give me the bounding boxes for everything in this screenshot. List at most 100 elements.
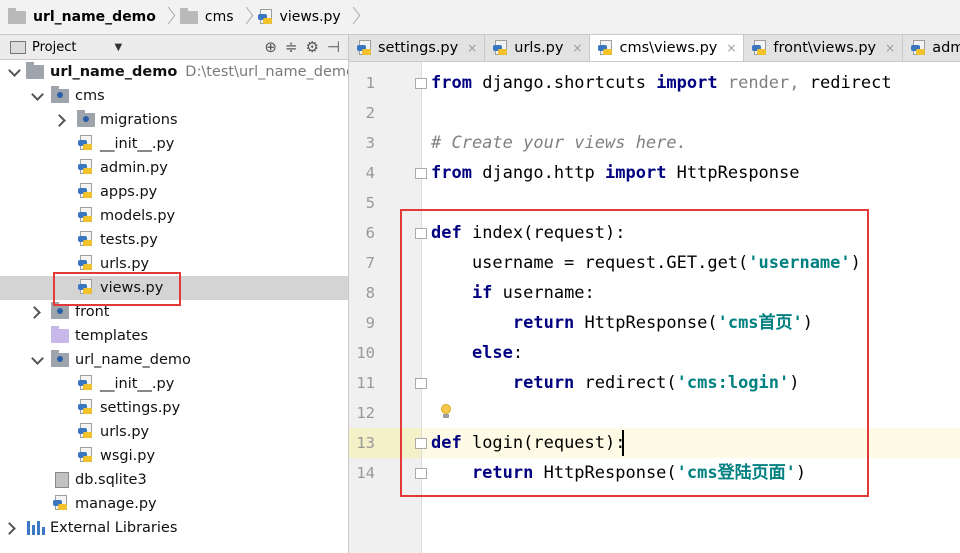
chevron-down-icon[interactable]: ▼ xyxy=(114,42,122,53)
lightbulb-icon[interactable] xyxy=(440,404,452,418)
code-line-6: def index(request): xyxy=(431,223,626,243)
python-file-icon xyxy=(78,423,94,440)
python-file-icon xyxy=(78,399,94,416)
python-file-icon xyxy=(257,8,274,26)
chevron-down-icon[interactable] xyxy=(31,348,43,372)
line-number: 6 xyxy=(365,224,375,242)
tree-item-manage[interactable]: manage.py xyxy=(0,492,348,516)
tree-item-db[interactable]: db.sqlite3 xyxy=(0,468,348,492)
fold-marker-icon[interactable] xyxy=(415,438,427,449)
python-file-icon xyxy=(78,207,94,224)
tree-item-tests[interactable]: tests.py xyxy=(0,228,348,252)
project-tree: url_name_demo D:\test\url_name_demo cms m… xyxy=(0,60,355,553)
line-number: 7 xyxy=(365,254,375,272)
tree-item-apps[interactable]: apps.py xyxy=(0,180,348,204)
fold-marker-icon[interactable] xyxy=(415,468,427,479)
project-toolbar-icons: ⊕ ≑ ⚙ ⊣ xyxy=(264,38,340,56)
tree-item-settings[interactable]: settings.py xyxy=(0,396,348,420)
code-line-4: from django.http import HttpResponse xyxy=(431,163,800,183)
line-number: 11 xyxy=(356,374,375,392)
close-icon[interactable]: × xyxy=(726,41,736,55)
code-line-3: # Create your views here. xyxy=(431,133,687,153)
tab-admin[interactable]: admin.py xyxy=(903,35,960,61)
python-file-icon xyxy=(493,39,509,57)
tree-item-models[interactable]: models.py xyxy=(0,204,348,228)
python-package-icon xyxy=(51,350,69,367)
breadcrumb-item-views[interactable]: views.py xyxy=(257,0,341,35)
python-file-icon xyxy=(357,39,373,57)
templates-folder-icon xyxy=(51,326,69,343)
python-file-icon xyxy=(78,159,94,176)
close-icon[interactable]: × xyxy=(467,41,477,55)
tree-item-urls[interactable]: urls.py xyxy=(0,252,348,276)
breadcrumb-item-cms[interactable]: cms xyxy=(179,0,234,35)
tab-settings[interactable]: settings.py × xyxy=(349,35,486,61)
hide-panel-icon[interactable]: ⊣ xyxy=(327,38,340,56)
database-file-icon xyxy=(55,472,69,488)
chevron-down-icon[interactable] xyxy=(8,60,20,84)
tree-item-url-name-demo[interactable]: url_name_demo xyxy=(0,348,348,372)
line-number: 2 xyxy=(365,104,375,122)
tree-item-migrations[interactable]: migrations xyxy=(0,108,348,132)
python-file-icon xyxy=(78,447,94,464)
chevron-right-icon xyxy=(163,7,173,27)
tree-item-external-libraries[interactable]: External Libraries xyxy=(0,516,348,540)
close-icon[interactable]: × xyxy=(885,41,895,55)
tree-item-cms[interactable]: cms xyxy=(0,84,348,108)
chevron-right-icon[interactable] xyxy=(28,300,40,324)
tree-item-project-root[interactable]: url_name_demo D:\test\url_name_demo xyxy=(0,60,355,84)
fold-marker-icon[interactable] xyxy=(415,168,427,179)
editor-tabs: settings.py × urls.py × cms\views.py × f… xyxy=(349,35,960,62)
locate-icon[interactable]: ⊕ xyxy=(264,38,277,56)
python-file-icon xyxy=(598,39,614,57)
project-icon xyxy=(10,40,26,54)
text-caret xyxy=(622,430,624,456)
code-line-1: from django.shortcuts import render, red… xyxy=(431,73,892,93)
folder-icon xyxy=(8,7,26,24)
python-file-icon xyxy=(78,231,94,248)
tab-cms-views[interactable]: cms\views.py × xyxy=(590,35,745,61)
tree-item-templates[interactable]: templates xyxy=(0,324,348,348)
chevron-right-icon xyxy=(348,7,358,27)
fold-marker-icon[interactable] xyxy=(415,78,427,89)
line-number: 3 xyxy=(365,134,375,152)
breadcrumb-item-project[interactable]: url_name_demo xyxy=(8,0,156,35)
chevron-down-icon[interactable] xyxy=(31,84,43,108)
code-line-11: return redirect('cms:login') xyxy=(431,373,800,393)
project-view-selector[interactable]: Project xyxy=(32,40,76,55)
breadcrumb: url_name_demo cms views.py xyxy=(0,0,960,35)
close-icon[interactable]: × xyxy=(572,41,582,55)
python-file-icon xyxy=(78,255,94,272)
line-number: 12 xyxy=(356,404,375,422)
project-toolbar: Project ▼ ⊕ ≑ ⚙ ⊣ xyxy=(0,35,348,60)
tree-item-admin[interactable]: admin.py xyxy=(0,156,348,180)
tab-urls[interactable]: urls.py × xyxy=(485,35,591,61)
tree-item-wsgi[interactable]: wsgi.py xyxy=(0,444,348,468)
line-number: 1 xyxy=(365,74,375,92)
folder-icon xyxy=(26,62,44,79)
tree-item-urls-2[interactable]: urls.py xyxy=(0,420,348,444)
python-file-icon xyxy=(752,39,768,57)
library-icon xyxy=(27,521,45,535)
tree-item-views[interactable]: views.py xyxy=(0,276,348,300)
gear-icon[interactable]: ⚙ xyxy=(305,38,318,56)
line-number: 5 xyxy=(365,194,375,212)
tree-item-front[interactable]: front xyxy=(0,300,348,324)
code-editor[interactable]: 1 2 3 4 5 6 7 8 9 10 11 12 13 14 from dj… xyxy=(349,62,960,553)
python-file-icon xyxy=(78,375,94,392)
line-number: 14 xyxy=(356,464,375,482)
fold-marker-icon[interactable] xyxy=(415,378,427,389)
python-file-icon xyxy=(911,39,927,57)
line-number: 9 xyxy=(365,314,375,332)
tree-item-init-2[interactable]: __init__.py xyxy=(0,372,348,396)
code-line-13: def login(request): xyxy=(431,433,626,453)
chevron-right-icon[interactable] xyxy=(53,108,65,132)
gutter-divider xyxy=(421,62,422,553)
python-file-icon xyxy=(53,495,69,512)
fold-marker-icon[interactable] xyxy=(415,228,427,239)
code-line-9: return HttpResponse('cms首页') xyxy=(431,313,814,333)
collapse-all-icon[interactable]: ≑ xyxy=(285,38,298,56)
tree-item-init[interactable]: __init__.py xyxy=(0,132,348,156)
chevron-right-icon[interactable] xyxy=(3,516,15,540)
tab-front-views[interactable]: front\views.py × xyxy=(744,35,904,61)
